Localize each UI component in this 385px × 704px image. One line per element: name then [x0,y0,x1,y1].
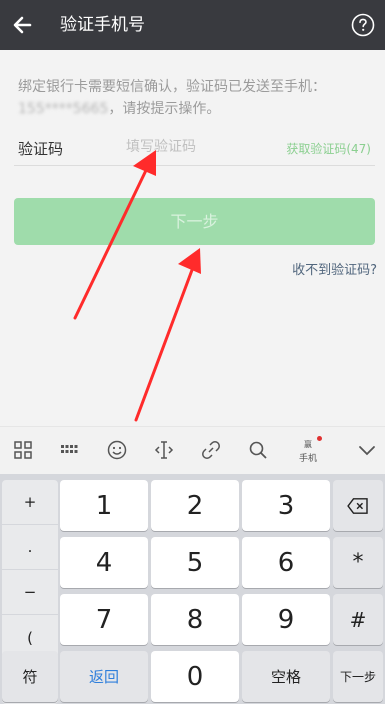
cursor-move-icon[interactable] [149,435,179,465]
verification-code-row: 验证码 获取验证码(47) [14,130,375,166]
key-back[interactable]: 返回 [60,651,148,702]
key-1[interactable]: 1 [60,480,148,531]
notification-dot [317,436,322,441]
key-space[interactable]: 空格 [242,651,330,702]
next-step-button[interactable]: 下一步 [14,198,375,245]
page-title: 验证手机号 [60,15,145,35]
notice-text: 绑定银行卡需要短信确认，验证码已发送至手机： [18,79,326,95]
key-4[interactable]: 4 [60,537,148,588]
key-0[interactable]: 0 [151,651,239,702]
key-5[interactable]: 5 [151,537,239,588]
key-next[interactable]: 下一步 [333,651,383,702]
keyboard-icon[interactable] [55,435,85,465]
no-code-link[interactable]: 收不到验证码? [292,259,377,278]
code-label: 验证码 [18,140,64,158]
key-asterisk[interactable]: * [333,537,383,588]
collapse-icon[interactable] [352,435,382,465]
phone-icon[interactable]: 赢 手机 [293,435,323,465]
key-hash[interactable]: # [333,594,383,645]
grid-icon[interactable] [8,435,38,465]
keyboard-toolbar: 赢 手机 [0,426,385,474]
code-input[interactable] [126,134,266,160]
key-8[interactable]: 8 [151,594,239,645]
phone-label: 手机 [298,454,317,464]
key-3[interactable]: 3 [242,480,330,531]
link-icon[interactable] [196,435,226,465]
key-6[interactable]: 6 [242,537,330,588]
key-2[interactable]: 2 [151,480,239,531]
key-7[interactable]: 7 [60,594,148,645]
key-9[interactable]: 9 [242,594,330,645]
masked-phone-number: 155****5665 [18,101,109,117]
help-icon[interactable] [351,13,375,37]
top-bar: 验证手机号 [0,0,385,50]
key-plus[interactable]: + [2,480,58,525]
numeric-keyboard: + . − ( 1 2 3 4 5 6 * 7 8 9 # 符 返回 0 空格 … [0,474,385,704]
search-icon[interactable] [243,435,273,465]
key-symbols[interactable]: 符 [2,651,58,702]
back-arrow-icon[interactable] [8,10,38,40]
backspace-icon[interactable] [333,480,383,531]
key-minus[interactable]: − [2,570,58,615]
get-code-countdown[interactable]: 获取验证码(47) [286,140,371,157]
key-dot[interactable]: . [2,525,58,570]
sms-notice: 绑定银行卡需要短信确认，验证码已发送至手机： 155****5665，请按提示操作… [18,76,373,120]
content-area: 绑定银行卡需要短信确认，验证码已发送至手机： 155****5665，请按提示操作… [0,50,385,426]
emoji-icon[interactable] [102,435,132,465]
notice-text-tail: ，请按提示操作。 [108,101,221,117]
phone-badge-text: 赢 [304,440,312,449]
